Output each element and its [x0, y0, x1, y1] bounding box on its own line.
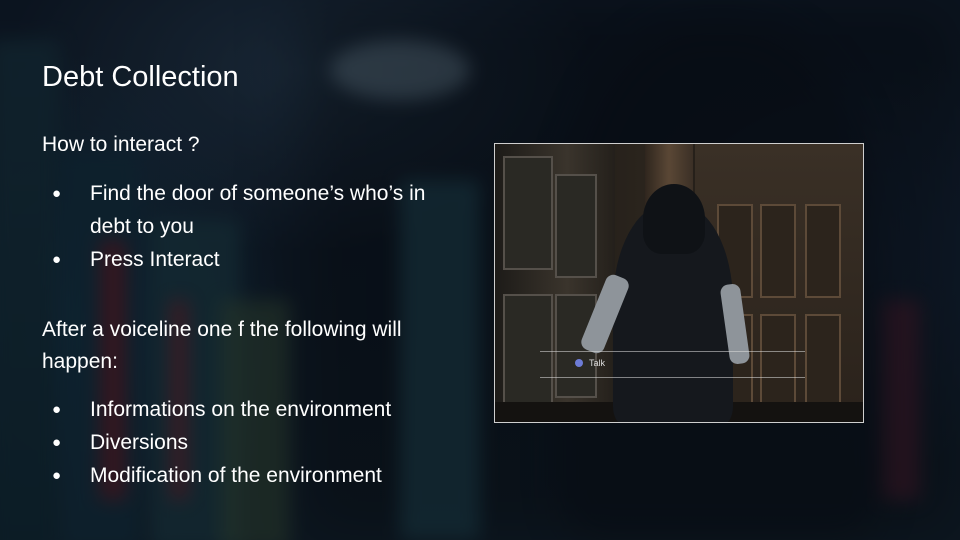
bullet-icon: ●: [52, 251, 62, 268]
list-item-text: Informations on the environment: [90, 398, 392, 421]
prompt-divider: [540, 351, 805, 352]
game-screenshot: Talk: [494, 143, 864, 423]
list-item: ● Diversions: [42, 426, 462, 459]
door-panel: [805, 314, 841, 408]
interaction-prompt: Talk: [575, 358, 605, 368]
prompt-label: Talk: [589, 358, 606, 368]
outcomes-list: ● Informations on the environment ● Dive…: [42, 393, 462, 492]
window: [503, 156, 553, 270]
interaction-steps-list: ● Find the door of someone’s who’s in de…: [42, 177, 462, 276]
bullet-icon: ●: [52, 434, 62, 451]
door-panel: [805, 204, 841, 298]
window: [555, 174, 597, 278]
bullet-icon: ●: [52, 467, 62, 484]
character-hood: [643, 184, 705, 254]
list-item: ● Modification of the environment: [42, 459, 462, 492]
list-item: ● Find the door of someone’s who’s in de…: [42, 177, 462, 243]
slide-title: Debt Collection: [42, 61, 239, 93]
list-item-text: Modification of the environment: [90, 464, 382, 487]
prompt-divider: [540, 377, 805, 378]
list-item-text: Press Interact: [90, 248, 220, 271]
list-item: ● Informations on the environment: [42, 393, 462, 426]
list-item-text: Diversions: [90, 431, 189, 454]
list-item-text: Find the door of someone’s who’s in debt…: [90, 182, 426, 238]
list-item: ● Press Interact: [42, 243, 462, 276]
door-panel: [760, 204, 796, 298]
bullet-icon: ●: [52, 401, 62, 418]
outcome-intro: After a voiceline one f the following wi…: [42, 318, 402, 373]
controller-button-icon: [575, 359, 583, 367]
door-panel: [760, 314, 796, 408]
interaction-question: How to interact ?: [42, 133, 200, 156]
bullet-icon: ●: [52, 185, 62, 202]
